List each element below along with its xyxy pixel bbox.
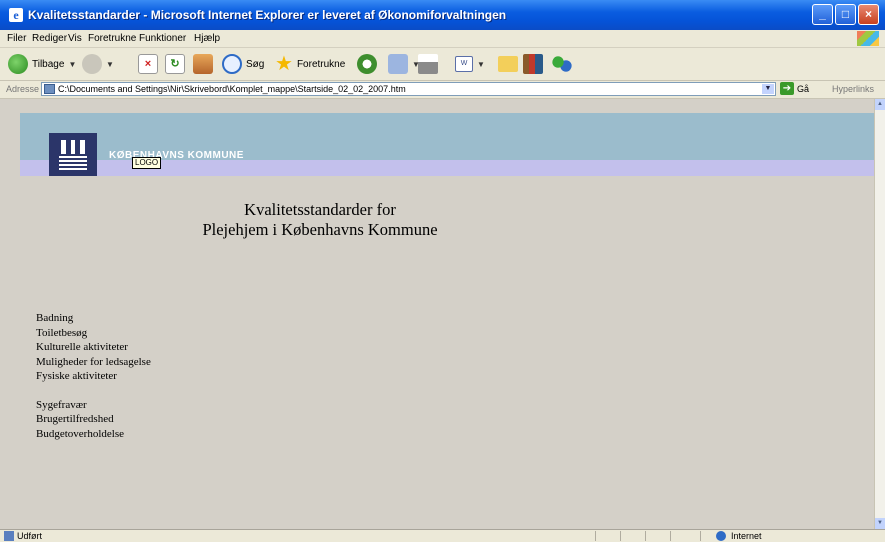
- menu-edit[interactable]: Rediger: [32, 33, 67, 44]
- page-icon: [44, 84, 55, 94]
- links-toolbar-button[interactable]: Hyperlinks: [832, 84, 874, 94]
- link-toilet-visits[interactable]: Toiletbesøg: [36, 326, 151, 341]
- refresh-button[interactable]: ↻: [165, 53, 185, 75]
- back-label: Tilbage: [32, 58, 65, 70]
- history-icon: [357, 54, 377, 74]
- stop-icon: ×: [138, 54, 158, 74]
- messenger-icon: [552, 54, 572, 74]
- folder-button[interactable]: [498, 53, 518, 75]
- chevron-down-icon[interactable]: ▼: [477, 60, 485, 69]
- menu-favorites[interactable]: Foretrukne: [88, 33, 136, 44]
- scroll-up-icon[interactable]: ▲: [875, 99, 885, 110]
- maximize-button[interactable]: □: [835, 4, 856, 25]
- history-button[interactable]: [357, 53, 377, 75]
- word-icon: W: [455, 56, 473, 72]
- favorites-label: Foretrukne: [296, 58, 346, 70]
- waves-icon: [59, 156, 87, 170]
- status-divider: [645, 531, 646, 541]
- link-budget-compliance[interactable]: Budgetoverholdelse: [36, 427, 151, 442]
- page-heading: Kvalitetsstandarder for Plejehjem i Købe…: [0, 200, 640, 240]
- stop-button[interactable]: ×: [138, 53, 158, 75]
- go-label: Gå: [797, 83, 810, 94]
- scroll-down-icon[interactable]: ▼: [875, 518, 885, 529]
- logo-tooltip: LOGO: [132, 157, 162, 169]
- menu-file[interactable]: Filer: [7, 33, 26, 44]
- vertical-scrollbar[interactable]: ▲ ▼: [874, 99, 885, 529]
- go-arrow-icon: ➔: [780, 82, 794, 95]
- link-physical-activities[interactable]: Fysiske aktiviteter: [36, 369, 151, 384]
- go-button[interactable]: ➔ Gå: [780, 82, 809, 95]
- search-button[interactable]: Søg: [222, 53, 264, 75]
- status-text: Udført: [17, 531, 43, 541]
- status-divider: [620, 531, 621, 541]
- municipality-name: KØBENHAVNS KOMMUNE: [109, 150, 244, 161]
- books-icon: [523, 54, 543, 74]
- menu-view[interactable]: Vis: [68, 33, 82, 44]
- status-bar: Udført Internet: [0, 529, 885, 542]
- folder-icon: [498, 56, 518, 72]
- security-zone: Internet: [731, 531, 762, 541]
- forward-button[interactable]: ▼: [82, 53, 114, 75]
- research-button[interactable]: [523, 53, 543, 75]
- status-divider: [700, 531, 701, 541]
- print-button[interactable]: [418, 53, 438, 75]
- mail-icon: [388, 54, 408, 74]
- windows-logo-icon: [857, 31, 879, 46]
- castle-towers-icon: [61, 140, 85, 154]
- edit-button[interactable]: W ▼: [455, 53, 485, 75]
- ie-icon: e: [9, 8, 23, 22]
- star-icon: ★: [275, 53, 293, 75]
- heading-line1: Kvalitetsstandarder for: [244, 200, 396, 219]
- search-label: Søg: [246, 58, 265, 70]
- chevron-down-icon[interactable]: ▼: [106, 60, 114, 69]
- refresh-icon: ↻: [165, 54, 185, 74]
- address-bar: Adresse C:\Documents and Settings\Nir\Sk…: [0, 81, 885, 99]
- toolbar: Tilbage ▼ ▼ × ↻ Søg ★ Foretrukne ▼ W ▼: [0, 48, 885, 81]
- minimize-button[interactable]: _: [812, 4, 833, 25]
- link-user-satisfaction[interactable]: Brugertilfredshed: [36, 412, 151, 427]
- messenger-button[interactable]: [552, 53, 572, 75]
- menu-tools[interactable]: Funktioner: [139, 33, 186, 44]
- close-button[interactable]: ×: [858, 4, 879, 25]
- status-divider: [670, 531, 671, 541]
- link-bathing[interactable]: Badning: [36, 311, 151, 326]
- search-icon: [222, 54, 242, 74]
- address-field[interactable]: C:\Documents and Settings\Nir\Skrivebord…: [41, 82, 776, 96]
- window-title: Kvalitetsstandarder - Microsoft Internet…: [28, 8, 507, 22]
- chevron-down-icon[interactable]: ▼: [68, 60, 76, 69]
- forward-arrow-icon: [82, 54, 102, 74]
- address-label: Adresse: [6, 84, 40, 94]
- link-cultural-activities[interactable]: Kulturelle aktiviteter: [36, 340, 151, 355]
- status-divider: [595, 531, 596, 541]
- menu-bar: Filer Rediger Vis Foretrukne Funktioner …: [0, 30, 885, 48]
- link-sick-leave[interactable]: Sygefravær: [36, 398, 151, 413]
- printer-icon: [418, 54, 438, 74]
- menu-help[interactable]: Hjælp: [194, 33, 220, 44]
- link-list: Badning Toiletbesøg Kulturelle aktivitet…: [36, 311, 151, 441]
- page-done-icon: [4, 531, 14, 541]
- title-bar: e Kvalitetsstandarder - Microsoft Intern…: [0, 0, 885, 30]
- link-escort-options[interactable]: Muligheder for ledsagelse: [36, 355, 151, 370]
- back-button[interactable]: Tilbage ▼: [8, 53, 76, 75]
- internet-zone-icon: [716, 531, 726, 541]
- address-value: C:\Documents and Settings\Nir\Skrivebord…: [58, 84, 406, 94]
- coat-of-arms-logo: [49, 133, 97, 176]
- home-icon: [193, 54, 213, 74]
- chevron-down-icon[interactable]: ▼: [762, 84, 774, 94]
- back-arrow-icon: [8, 54, 28, 74]
- favorites-button[interactable]: ★ Foretrukne: [275, 53, 345, 75]
- heading-line2: Plejehjem i Københavns Kommune: [202, 220, 438, 239]
- home-button[interactable]: [193, 53, 213, 75]
- mail-button[interactable]: ▼: [388, 53, 420, 75]
